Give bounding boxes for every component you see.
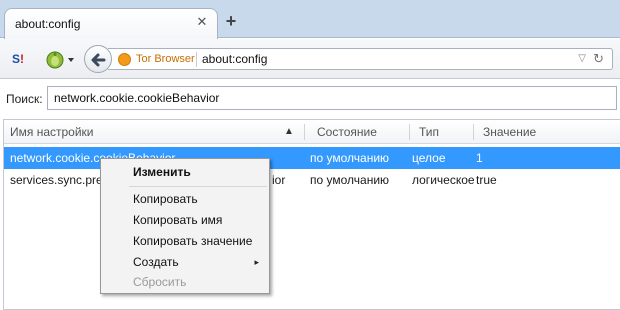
cell-name-tail: ior: [272, 173, 286, 187]
plus-icon: +: [225, 11, 237, 31]
menu-separator: [129, 186, 267, 187]
column-divider[interactable]: [473, 124, 474, 140]
table-header: Имя настройки ▲ Состояние Тип Значение: [4, 120, 620, 144]
menu-item-new-label: Создать: [133, 255, 179, 269]
cell-state: по умолчанию: [310, 173, 390, 187]
back-button[interactable]: [84, 45, 112, 73]
column-divider[interactable]: [304, 124, 305, 140]
tor-onion-button[interactable]: [44, 48, 76, 70]
new-tab-button[interactable]: +: [222, 11, 240, 31]
extension-s1-icon[interactable]: S!: [12, 50, 30, 68]
back-arrow-icon: [91, 53, 106, 67]
column-header-state[interactable]: Состояние: [311, 120, 411, 144]
table-row[interactable]: services.sync.prefs ior по умолчанию лог…: [4, 169, 620, 191]
menu-item-edit[interactable]: Изменить: [103, 162, 267, 182]
preferences-table: Имя настройки ▲ Состояние Тип Значение n…: [3, 119, 620, 310]
search-input[interactable]: network.cookie.cookieBehavior: [47, 86, 617, 110]
menu-item-copy-name[interactable]: Копировать имя: [103, 210, 267, 230]
menu-item-copy-value[interactable]: Копировать значение: [103, 231, 267, 251]
site-identity-label[interactable]: Tor Browser: [136, 53, 195, 65]
cell-type: целое: [412, 151, 446, 165]
url-text[interactable]: about:config: [202, 52, 267, 66]
context-menu: Изменить Копировать Копировать имя Копир…: [100, 158, 270, 294]
column-divider[interactable]: [409, 124, 410, 140]
extension-s-letter: S: [12, 52, 21, 66]
column-header-name[interactable]: Имя настройки: [4, 120, 304, 144]
tab-strip: about:config ✕ +: [0, 0, 620, 39]
extension-mark: !: [20, 52, 25, 66]
navigation-toolbar: S! Tor Browser about:config ▽ ↻: [0, 39, 620, 79]
url-bar[interactable]: Tor Browser about:config ▽ ↻: [108, 48, 613, 70]
chevron-down-icon[interactable]: ▽: [578, 53, 586, 64]
reload-icon[interactable]: ↻: [593, 51, 604, 67]
cell-value: 1: [476, 151, 483, 165]
column-header-value[interactable]: Значение: [477, 120, 617, 144]
tor-browser-site-icon: [118, 53, 131, 66]
sort-asc-icon: ▲: [284, 126, 294, 137]
tab-about-config[interactable]: about:config ✕: [4, 8, 218, 39]
menu-item-copy[interactable]: Копировать: [103, 189, 267, 209]
url-divider: [196, 52, 197, 67]
cell-state: по умолчанию: [310, 151, 390, 165]
onion-icon: [46, 51, 74, 69]
menu-item-reset: Сбросить: [133, 275, 187, 289]
search-row: Поиск: network.cookie.cookieBehavior: [0, 80, 620, 116]
cell-value: true: [476, 173, 497, 187]
cell-type: логическое: [412, 173, 475, 187]
search-label: Поиск:: [6, 92, 43, 106]
table-row-selected[interactable]: network.cookie.cookieBehavior по умолчан…: [4, 147, 620, 169]
submenu-arrow-icon: ▸: [254, 257, 259, 267]
tab-title: about:config: [15, 17, 81, 31]
menu-item-new[interactable]: Создать ▸: [103, 252, 267, 272]
column-header-type[interactable]: Тип: [413, 120, 473, 144]
close-icon[interactable]: ✕: [195, 15, 209, 29]
